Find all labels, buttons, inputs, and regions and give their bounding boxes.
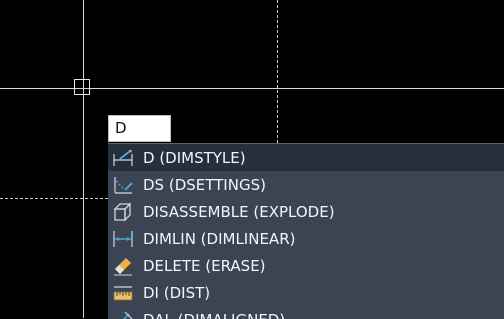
dashed-guide-horizontal <box>0 198 108 199</box>
autocomplete-item-dimstyle[interactable]: D (DIMSTYLE) <box>108 144 504 171</box>
autocomplete-item-explode[interactable]: DISASSEMBLE (EXPLODE) <box>108 198 504 225</box>
command-input[interactable]: D <box>108 115 171 142</box>
autocomplete-item-label: DI (DIST) <box>143 284 210 302</box>
explode-cube-icon <box>112 202 134 222</box>
eraser-icon <box>112 256 134 276</box>
autocomplete-item-dimlinear[interactable]: DIMLIN (DIMLINEAR) <box>108 225 504 252</box>
drafting-settings-icon <box>112 175 134 195</box>
autocomplete-item-dist[interactable]: DI (DIST) <box>108 279 504 306</box>
autocomplete-item-label: DELETE (ERASE) <box>143 257 266 275</box>
autocomplete-item-label: DIMLIN (DIMLINEAR) <box>143 230 295 248</box>
autocomplete-item-label: DS (DSETTINGS) <box>143 176 266 194</box>
crosshair-vertical <box>83 0 84 318</box>
linear-dimension-icon <box>112 229 134 249</box>
autocomplete-list: D (DIMSTYLE) DS (DSETTINGS) DISASSEMBLE … <box>108 143 504 319</box>
crosshair-pickbox <box>74 79 90 95</box>
autocomplete-item-label: DISASSEMBLE (EXPLODE) <box>143 203 335 221</box>
dimstyle-icon <box>112 148 134 168</box>
autocomplete-item-erase[interactable]: DELETE (ERASE) <box>108 252 504 279</box>
autocomplete-item-label: D (DIMSTYLE) <box>143 149 246 167</box>
ruler-icon <box>112 283 134 303</box>
autocomplete-item-dsettings[interactable]: DS (DSETTINGS) <box>108 171 504 198</box>
autocomplete-item-dimaligned[interactable]: DAL (DIMALIGNED) <box>108 306 504 319</box>
